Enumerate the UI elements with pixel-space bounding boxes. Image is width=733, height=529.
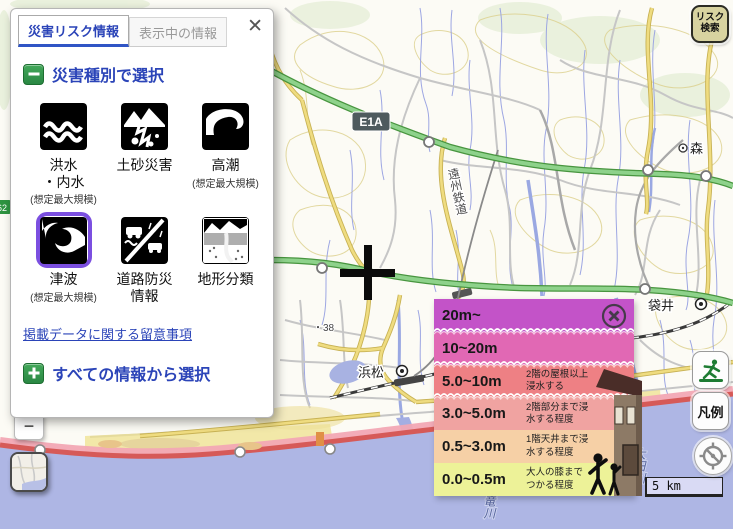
hazard-map-app: E1A 62 浜松 袋井 森 ・38 遠州鉄道 天竜川 太田川 災害リスク情報 … xyxy=(0,0,733,529)
running-person-icon xyxy=(697,356,725,384)
expressway-badge: E1A xyxy=(352,112,390,131)
town-symbol-mori xyxy=(679,144,687,152)
disaster-type-road-hazard[interactable]: 道路防災 情報 xyxy=(104,212,185,305)
map-label-fukuroi: 袋井 xyxy=(648,298,674,313)
section-select-by-type: 災害種別で選択 xyxy=(23,62,263,86)
legend-row-3-5m: 3.0~5.0m 2階部分まで浸水する程度 xyxy=(434,397,634,430)
close-icon[interactable]: ✕ xyxy=(247,17,263,36)
tab-displayed-info[interactable]: 表示中の情報 xyxy=(129,17,227,47)
storm-surge-icon xyxy=(202,103,249,150)
map-label-elevation: ・38 xyxy=(313,323,335,334)
map-label-mori: 森 xyxy=(690,141,703,156)
disaster-type-storm-surge[interactable]: 高潮 (想定最大規模) xyxy=(185,98,266,206)
disaster-type-grid: 洪水 ・内水 (想定最大規模) 土砂災害 高潮 (想定最大規模) xyxy=(23,98,273,311)
compass-icon xyxy=(698,441,728,471)
disaster-type-flood[interactable]: 洪水 ・内水 (想定最大規模) xyxy=(23,98,104,206)
minimap-thumbnail xyxy=(12,454,46,490)
tsunami-selected-border xyxy=(36,212,92,268)
map-scale-bar: 5 km xyxy=(645,477,723,497)
legend-row-5-10m: 5.0~10m 2階の屋根以上浸水する xyxy=(434,365,634,398)
road-hazard-icon xyxy=(121,217,168,264)
disaster-risk-panel: 災害リスク情報 表示中の情報 ✕ 災害種別で選択 洪水 ・内水 (想定最大規模) xyxy=(10,8,274,418)
map-label-hamamatsu: 浜松 xyxy=(358,365,384,380)
section-title: すべての情報から選択 xyxy=(52,361,210,385)
legend-toggle-button[interactable]: 凡例 xyxy=(692,392,729,430)
disaster-type-landslide[interactable]: 土砂災害 xyxy=(104,98,185,206)
city-symbol-hamamatsu xyxy=(397,366,408,377)
minimap-button[interactable] xyxy=(10,452,48,492)
tsunami-depth-legend: 20m~ 10~20m 5.0~10m 2階の屋根以上浸水する 3.0~5.0m… xyxy=(434,299,634,496)
panel-tabs: 災害リスク情報 表示中の情報 ✕ xyxy=(11,9,273,47)
disaster-type-terrain[interactable]: 地形分類 xyxy=(185,212,266,305)
risk-search-button[interactable]: リスク 検索 xyxy=(691,5,729,43)
section-select-all: すべての情報から選択 xyxy=(23,361,263,385)
legend-row-20m: 20m~ xyxy=(434,299,634,332)
flood-icon xyxy=(40,103,87,150)
tab-disaster-risk-info[interactable]: 災害リスク情報 xyxy=(18,15,129,47)
city-symbol-fukuroi xyxy=(696,299,707,310)
legend-row-0-05m: 0.0~0.5m 大人の膝までつかる程度 xyxy=(434,463,634,496)
current-location-button[interactable] xyxy=(694,437,732,475)
expand-plus-icon[interactable] xyxy=(23,363,44,384)
tsunami-icon xyxy=(40,217,87,264)
legend-row-05-3m: 0.5~3.0m 1階天井まで浸水する程度 xyxy=(434,430,634,463)
svg-text:62: 62 xyxy=(0,203,7,213)
evacuation-site-button[interactable] xyxy=(692,351,729,389)
legend-close-icon[interactable] xyxy=(601,303,627,329)
landslide-icon xyxy=(121,103,168,150)
section-title: 災害種別で選択 xyxy=(52,62,164,86)
svg-text:E1A: E1A xyxy=(359,115,383,129)
collapse-minus-icon[interactable] xyxy=(23,64,44,85)
legend-row-10-20m: 10~20m xyxy=(434,332,634,365)
scale-label: 5 km xyxy=(652,479,681,493)
data-notice-link[interactable]: 掲載データに関する留意事項 xyxy=(23,324,263,343)
terrain-icon xyxy=(202,217,249,264)
disaster-type-tsunami[interactable]: 津波 (想定最大規模) xyxy=(23,212,104,305)
